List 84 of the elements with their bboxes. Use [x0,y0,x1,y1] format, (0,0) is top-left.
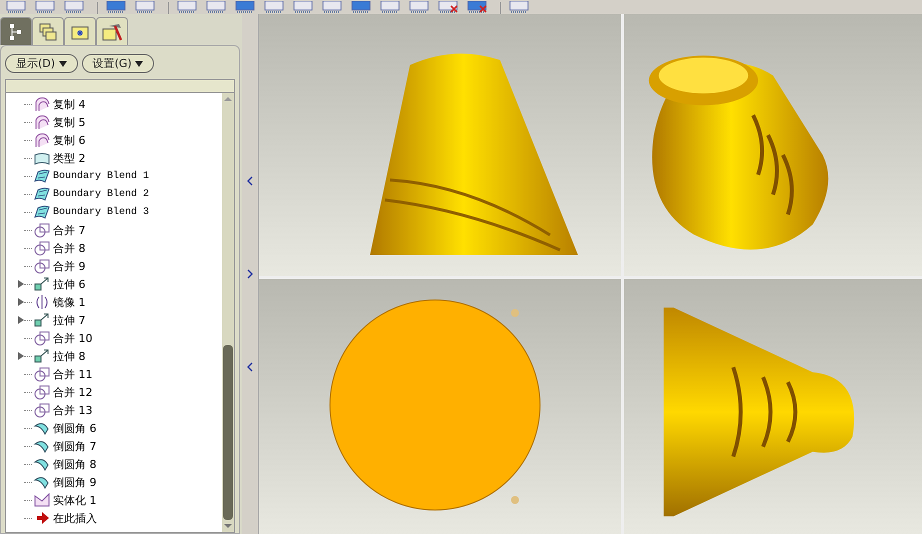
tree-item[interactable]: Boundary Blend 2 [53,188,150,200]
tree-item[interactable]: 拉伸 7 [53,312,86,328]
tree-item[interactable]: 复制 5 [53,114,86,130]
tree-item[interactable]: 拉伸 8 [53,348,86,364]
toolbar-icon[interactable] [175,1,199,14]
copy-surface-icon [33,96,51,112]
tree-item[interactable]: 合并 13 [53,402,92,418]
extrude-icon [33,312,51,328]
tree-item[interactable]: 合并 10 [53,330,92,346]
tree-item[interactable]: 倒圆角 7 [53,438,96,454]
toolbar-icon[interactable] [204,1,228,14]
tree-item[interactable]: 合并 7 [53,222,86,238]
caret-icon [58,61,67,67]
panel-tab[interactable] [0,17,32,45]
toolbar-icon[interactable] [507,1,531,14]
panel-tab[interactable] [96,17,128,45]
merge-icon [33,402,51,418]
copy-surface-icon [33,114,51,130]
hammer-folder-icon [101,22,123,42]
viewport[interactable] [259,14,621,276]
tree-item[interactable]: Boundary Blend 3 [53,206,150,218]
extrude-icon [33,348,51,364]
toolbar-icon[interactable] [436,1,460,14]
round-icon [33,438,51,454]
merge-icon [33,366,51,382]
layers-icon [38,22,58,42]
extrude-icon [33,276,51,292]
surface-icon [33,150,51,166]
toolbar-icon[interactable] [33,1,57,14]
scroll-thumb[interactable] [223,345,233,520]
merge-icon [33,258,51,274]
solidify-icon [33,492,51,508]
tree-item[interactable]: 合并 9 [53,258,86,274]
blend-surface-icon [33,204,51,220]
scrollbar[interactable] [222,93,234,532]
expand-arrow-icon[interactable] [18,280,24,288]
toolbar-icon[interactable] [133,1,157,14]
expand-arrow-icon[interactable] [18,298,24,306]
toolbar-icon[interactable] [465,1,489,14]
scroll-down-icon[interactable] [223,522,233,530]
merge-icon [33,222,51,238]
expand-arrow-icon[interactable] [18,316,24,324]
merge-icon [33,240,51,256]
tree-item[interactable]: 倒圆角 6 [53,420,96,436]
tree-icon [8,22,24,40]
viewport[interactable] [624,14,922,276]
round-icon [33,456,51,472]
blend-surface-icon [33,186,51,202]
blend-surface-icon [33,168,51,184]
tree-item[interactable]: 类型 2 [53,150,86,166]
tree-item[interactable]: 在此插入 [53,510,97,526]
toolbar-icon[interactable] [104,1,128,14]
tree-item[interactable]: 倒圆角 9 [53,474,96,490]
tree-item[interactable]: 拉伸 6 [53,276,86,292]
tree-item[interactable]: 合并 8 [53,240,86,256]
toolbar-icon[interactable] [378,1,402,14]
toolbar-icon[interactable] [262,1,286,14]
viewport[interactable] [624,279,922,534]
merge-icon [33,384,51,400]
tree-item[interactable]: 复制 4 [53,96,86,112]
round-icon [33,474,51,490]
tree-item[interactable]: 实体化 1 [53,492,96,508]
dropdown-button[interactable]: 显示(D) [5,54,78,73]
round-icon [33,420,51,436]
toolbar-icon[interactable] [291,1,315,14]
toolbar-icon[interactable] [407,1,431,14]
tree-item[interactable]: 复制 6 [53,132,86,148]
merge-icon [33,330,51,346]
caret-icon [135,61,144,67]
toolbar-icon[interactable] [320,1,344,14]
copy-surface-icon [33,132,51,148]
toolbar-icon[interactable] [4,1,28,14]
toolbar-icon[interactable] [62,1,86,14]
tree-item[interactable]: 镜像 1 [53,294,86,310]
toolbar-icon[interactable] [349,1,373,14]
panel-tab[interactable] [64,17,96,45]
tree-item[interactable]: Boundary Blend 1 [53,170,150,182]
expand-arrow-icon[interactable] [18,352,24,360]
dropdown-button[interactable]: 设置(G) [82,54,154,73]
panel-tab[interactable] [32,17,64,45]
tree-item[interactable]: 合并 12 [53,384,92,400]
tree-item[interactable]: 倒圆角 8 [53,456,96,472]
tree-item[interactable]: 合并 11 [53,366,92,382]
toolbar-icon[interactable] [233,1,257,14]
